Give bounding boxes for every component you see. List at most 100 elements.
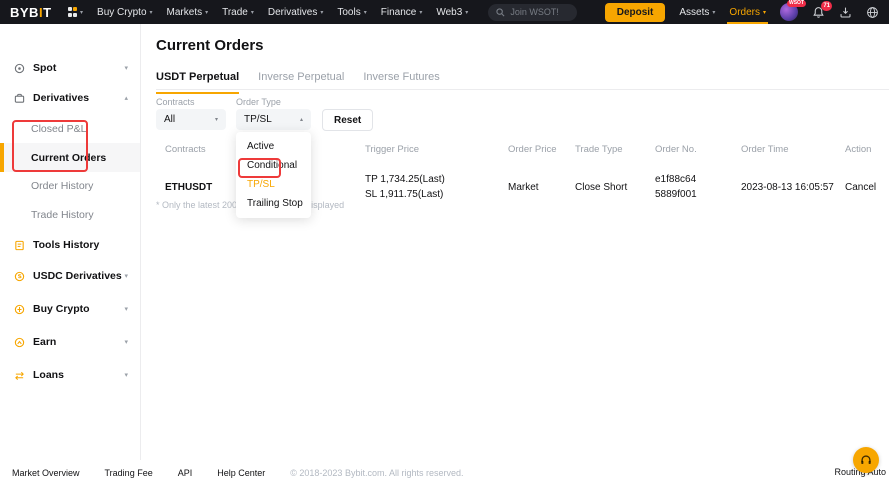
sidebar-item-earn[interactable]: Earn ▾ [0, 328, 140, 356]
row-trigger-price: TP 1,734.25(Last) SL 1,911.75(Last) [365, 172, 508, 202]
row-order-no: e1f88c64 5889f001 [655, 172, 741, 202]
cancel-order-button[interactable]: Cancel [845, 182, 876, 193]
orders-menu[interactable]: Orders▾ [729, 0, 766, 24]
contracts-filter-label: Contracts [156, 97, 195, 107]
dropdown-option-conditional[interactable]: Conditional [236, 156, 311, 175]
col-header-order-price: Order Price [508, 144, 575, 155]
sidebar-item-loans[interactable]: Loans ▾ [0, 361, 140, 389]
footer-link-trading-fee[interactable]: Trading Fee [105, 468, 153, 478]
row-order-time: 2023-08-13 16:05:57 [741, 182, 845, 193]
copyright-text: © 2018-2023 Bybit.com. All rights reserv… [290, 468, 463, 478]
dropdown-option-tpsl[interactable]: TP/SL [236, 175, 311, 194]
chevron-down-icon: ▾ [364, 9, 367, 16]
deposit-button[interactable]: Deposit [605, 3, 666, 22]
col-header-trigger-price: Trigger Price [365, 144, 508, 155]
nav-web3[interactable]: Web3▾ [436, 7, 468, 18]
logo-text-2: T [43, 5, 51, 20]
chevron-down-icon: ▾ [124, 64, 128, 72]
row-trigger-sl: SL 1,911.75(Last) [365, 187, 508, 202]
col-header-trade-type: Trade Type [575, 144, 655, 155]
chevron-down-icon: ▾ [419, 9, 422, 16]
chevron-down-icon: ▾ [465, 9, 468, 16]
avatar-wsot-badge: WSOT [787, 0, 806, 7]
language-button[interactable] [866, 6, 879, 19]
nav-buy-crypto[interactable]: Buy Crypto▾ [97, 7, 152, 18]
col-header-order-time: Order Time [741, 144, 845, 155]
earn-icon [14, 337, 25, 348]
dropdown-option-trailing-stop[interactable]: Trailing Stop [236, 194, 311, 213]
tab-usdt-perpetual[interactable]: USDT Perpetual [156, 71, 239, 94]
col-header-order-no: Order No. [655, 144, 741, 155]
footer-link-api[interactable]: API [178, 468, 193, 478]
globe-icon [866, 6, 879, 19]
logo-text: BYB [10, 5, 39, 20]
chevron-down-icon: ▾ [124, 272, 128, 280]
sidebar-item-tools-history[interactable]: Tools History [0, 231, 140, 259]
nav-trade[interactable]: Trade▾ [222, 7, 254, 18]
sidebar-item-usdc-derivatives[interactable]: USDC Derivatives ▾ [0, 262, 140, 290]
download-app-button[interactable] [839, 6, 852, 19]
search-input[interactable]: Join WSOT! [488, 4, 576, 21]
contracts-select[interactable]: All ▾ [156, 109, 226, 130]
nav-finance[interactable]: Finance▾ [381, 7, 423, 18]
sidebar-item-closed-pnl[interactable]: Closed P&L [0, 114, 140, 143]
chevron-down-icon: ▾ [320, 9, 323, 16]
bybit-logo[interactable]: BYBIT [10, 5, 52, 20]
chevron-down-icon: ▾ [124, 371, 128, 379]
chevron-down-icon: ▾ [124, 338, 128, 346]
user-avatar[interactable]: WSOT [780, 3, 798, 21]
chevron-down-icon: ▾ [251, 9, 254, 16]
chevron-down-icon: ▾ [124, 305, 128, 313]
nav-markets[interactable]: Markets▾ [167, 7, 209, 18]
notification-count-badge: 71 [821, 1, 832, 11]
col-header-contracts: Contracts [165, 144, 237, 155]
sidebar: Spot ▾ Derivatives ▴ Closed P&L Current … [0, 24, 141, 460]
search-icon [496, 8, 505, 17]
sidebar-item-order-history[interactable]: Order History [0, 171, 140, 200]
page-title: Current Orders [156, 37, 264, 54]
footer: Market Overview Trading Fee API Help Cen… [0, 460, 889, 485]
loans-icon [14, 370, 25, 381]
row-order-price: Market [508, 182, 575, 193]
apps-grid-icon [68, 7, 78, 17]
active-indicator-bar [0, 143, 4, 172]
sidebar-item-trade-history[interactable]: Trade History [0, 200, 140, 229]
orders-active-underline [727, 22, 768, 24]
reset-button[interactable]: Reset [322, 109, 373, 131]
chevron-down-icon: ▾ [80, 9, 83, 16]
dropdown-option-active[interactable]: Active [236, 137, 311, 156]
assets-menu[interactable]: Assets▾ [679, 7, 715, 18]
tab-bar: USDT Perpetual Inverse Perpetual Inverse… [156, 71, 440, 94]
row-contract: ETHUSDT [165, 182, 237, 193]
chevron-up-icon: ▴ [124, 94, 128, 102]
nav-tools[interactable]: Tools▾ [337, 7, 366, 18]
apps-menu-button[interactable]: ▾ [66, 7, 84, 17]
search-placeholder: Join WSOT! [510, 7, 559, 17]
chevron-down-icon: ▾ [215, 116, 218, 123]
chevron-down-icon: ▾ [150, 9, 153, 16]
notifications-button[interactable]: 71 [812, 6, 825, 19]
footer-link-market-overview[interactable]: Market Overview [12, 468, 80, 478]
derivatives-icon [14, 93, 25, 104]
headset-icon [859, 453, 873, 467]
sidebar-item-derivatives[interactable]: Derivatives ▴ [0, 84, 140, 112]
row-trade-type: Close Short [575, 182, 655, 193]
nav-derivatives[interactable]: Derivatives▾ [268, 7, 323, 18]
tools-history-icon [14, 240, 25, 251]
top-header: BYBIT ▾ Buy Crypto▾ Markets▾ Trade▾ Deri… [0, 0, 889, 24]
order-type-select[interactable]: TP/SL ▴ [236, 109, 311, 130]
download-icon [839, 6, 852, 19]
tab-inverse-futures[interactable]: Inverse Futures [363, 71, 439, 94]
spot-icon [14, 63, 25, 74]
order-type-filter-label: Order Type [236, 97, 281, 107]
sidebar-item-spot[interactable]: Spot ▾ [0, 54, 140, 82]
footer-link-help-center[interactable]: Help Center [217, 468, 265, 478]
chevron-down-icon: ▾ [712, 9, 715, 16]
order-type-dropdown-menu: Active Conditional TP/SL Trailing Stop [236, 132, 311, 218]
sidebar-item-current-orders[interactable]: Current Orders [0, 143, 140, 172]
sidebar-item-buy-crypto[interactable]: Buy Crypto ▾ [0, 295, 140, 323]
tab-inverse-perpetual[interactable]: Inverse Perpetual [258, 71, 344, 94]
support-chat-button[interactable] [853, 447, 879, 473]
buy-crypto-icon [14, 304, 25, 315]
col-header-action: Action [845, 144, 871, 155]
